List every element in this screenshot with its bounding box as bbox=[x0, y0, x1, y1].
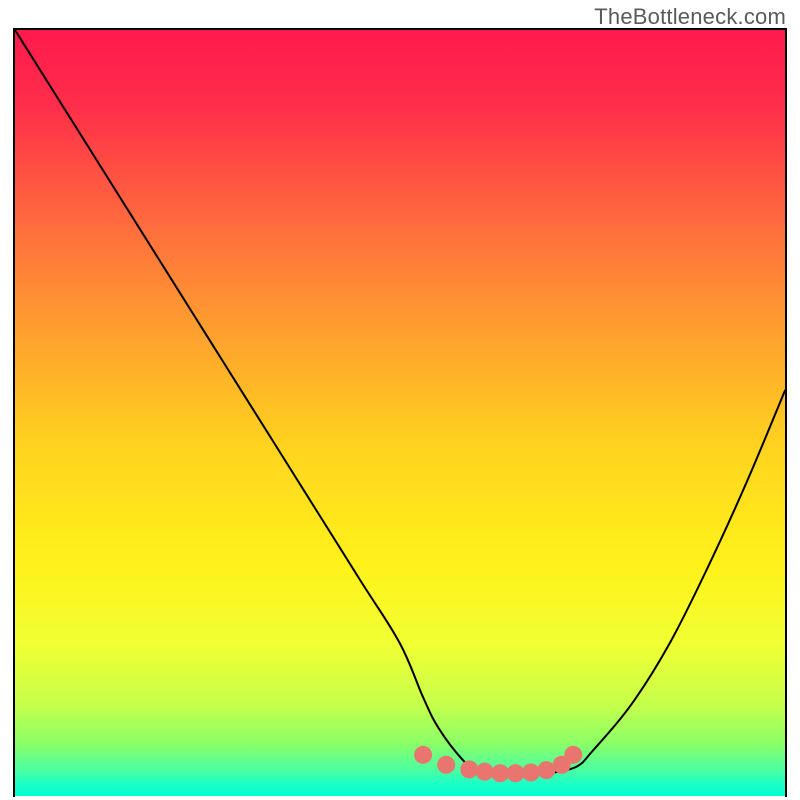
attribution-label: TheBottleneck.com bbox=[594, 4, 786, 30]
marker-dot bbox=[460, 760, 478, 778]
marker-dot bbox=[476, 763, 494, 781]
marker-dot bbox=[507, 764, 525, 782]
marker-dot bbox=[414, 746, 432, 764]
marker-dot bbox=[537, 761, 555, 779]
curve-layer bbox=[15, 30, 785, 797]
chart-container: TheBottleneck.com bbox=[0, 0, 800, 800]
bottleneck-curve bbox=[15, 30, 785, 774]
marker-dot bbox=[564, 746, 582, 764]
plot-frame bbox=[13, 28, 787, 797]
highlighted-range-markers bbox=[414, 746, 582, 782]
marker-dot bbox=[522, 763, 540, 781]
marker-dot bbox=[491, 764, 509, 782]
marker-dot bbox=[437, 756, 455, 774]
